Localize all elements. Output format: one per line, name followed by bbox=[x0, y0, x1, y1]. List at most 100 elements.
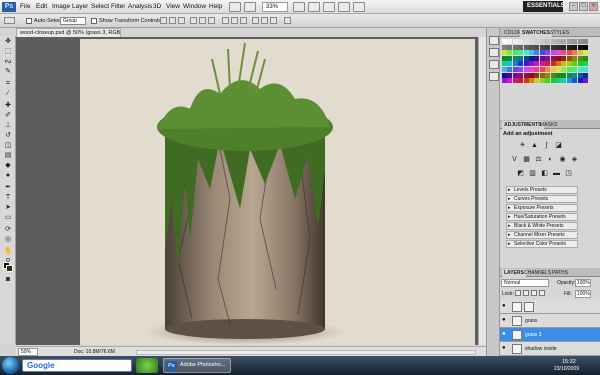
align-top-icon[interactable] bbox=[160, 17, 167, 24]
swatch[interactable] bbox=[534, 39, 540, 44]
eye-icon[interactable]: ● bbox=[502, 331, 508, 337]
lasso-tool-icon[interactable]: ᔓ bbox=[3, 58, 13, 66]
preset-curves[interactable]: Curves Presets bbox=[506, 195, 578, 203]
eye-icon[interactable]: ● bbox=[502, 345, 508, 351]
selective-color-icon[interactable]: ◳ bbox=[564, 170, 573, 178]
swatch[interactable] bbox=[566, 72, 572, 78]
swatch[interactable] bbox=[545, 61, 551, 67]
tab-masks[interactable]: MASKS bbox=[538, 121, 560, 129]
blend-mode-select[interactable]: Normal bbox=[501, 279, 549, 287]
arrange-documents-icon[interactable] bbox=[338, 2, 350, 12]
layer-row-selected[interactable]: ● grass 3 bbox=[500, 328, 600, 342]
swatch[interactable] bbox=[566, 39, 572, 44]
swatch[interactable] bbox=[572, 44, 578, 50]
swatch[interactable] bbox=[539, 44, 545, 50]
swatches-grid[interactable] bbox=[502, 39, 588, 85]
menu-edit[interactable]: Edit bbox=[36, 3, 47, 10]
distribute-vcenter-icon[interactable] bbox=[231, 17, 238, 24]
show-transform-checkbox[interactable] bbox=[91, 18, 97, 24]
screen-mode-icon[interactable] bbox=[353, 2, 365, 12]
swatch[interactable] bbox=[529, 72, 534, 78]
align-left-icon[interactable] bbox=[190, 17, 197, 24]
rotate-view-icon[interactable] bbox=[323, 2, 335, 12]
preset-exposure[interactable]: Exposure Presets bbox=[506, 204, 578, 212]
swatch[interactable] bbox=[512, 39, 518, 44]
layer-row[interactable]: ● grass bbox=[500, 314, 600, 328]
swatch[interactable] bbox=[556, 44, 561, 50]
history-panel-icon[interactable] bbox=[489, 36, 499, 45]
threshold-icon[interactable]: ◧ bbox=[540, 170, 549, 178]
menu-file[interactable]: File bbox=[20, 3, 30, 10]
swatch[interactable] bbox=[534, 61, 540, 67]
lock-transparent-icon[interactable] bbox=[515, 290, 521, 296]
hand-tool-icon[interactable]: ✋ bbox=[3, 248, 13, 256]
swatch[interactable] bbox=[583, 39, 588, 44]
preset-black-white[interactable]: Black & White Presets bbox=[506, 222, 578, 230]
swatch[interactable] bbox=[523, 61, 529, 67]
hue-saturation-icon[interactable]: ▦ bbox=[522, 156, 531, 164]
swatch[interactable] bbox=[518, 39, 524, 44]
quick-mask-icon[interactable]: ◙ bbox=[3, 276, 13, 284]
swatch[interactable] bbox=[572, 50, 578, 56]
workspace-switcher[interactable]: ESSENTIALS ▾ bbox=[523, 1, 565, 20]
swatch[interactable] bbox=[577, 39, 583, 44]
menu-image[interactable]: Image bbox=[52, 3, 70, 10]
tab-styles[interactable]: STYLES bbox=[548, 29, 571, 37]
gradient-tool-icon[interactable]: ▤ bbox=[3, 152, 13, 160]
swatch[interactable] bbox=[561, 39, 567, 44]
distribute-left-icon[interactable] bbox=[252, 17, 259, 24]
swatch[interactable] bbox=[502, 50, 507, 56]
swatch[interactable] bbox=[550, 55, 556, 61]
gradient-map-icon[interactable]: ▬ bbox=[552, 170, 561, 178]
swatch[interactable] bbox=[561, 67, 567, 72]
swatch[interactable] bbox=[545, 44, 551, 50]
swatch[interactable] bbox=[572, 55, 578, 61]
swatch[interactable] bbox=[577, 78, 583, 84]
swatch[interactable] bbox=[539, 72, 545, 78]
swatch[interactable] bbox=[566, 50, 572, 56]
swatch[interactable] bbox=[545, 78, 551, 84]
swatch[interactable] bbox=[539, 78, 545, 84]
distribute-right-icon[interactable] bbox=[270, 17, 277, 24]
auto-align-icon[interactable] bbox=[284, 17, 291, 24]
swatch[interactable] bbox=[507, 61, 513, 67]
swatch[interactable] bbox=[577, 72, 583, 78]
clock-date[interactable]: 23/10/2009 bbox=[554, 366, 579, 372]
swatch[interactable] bbox=[539, 39, 545, 44]
swatch[interactable] bbox=[583, 55, 588, 61]
preset-channel-mixer[interactable]: Channel Mixer Presets bbox=[506, 231, 578, 239]
clock-time[interactable]: 15:32 bbox=[562, 359, 576, 365]
navigator-panel-icon[interactable] bbox=[489, 72, 499, 81]
color-balance-icon[interactable]: ⚖ bbox=[534, 156, 543, 164]
align-bottom-icon[interactable] bbox=[178, 17, 185, 24]
info-panel-icon[interactable] bbox=[489, 60, 499, 69]
curves-icon[interactable]: ∫ bbox=[542, 142, 551, 150]
status-zoom-field[interactable]: 50% bbox=[18, 348, 38, 356]
document-info[interactable]: Doc: 10.8M/76.6M bbox=[74, 349, 115, 355]
swatch[interactable] bbox=[556, 61, 561, 67]
menu-select[interactable]: Select bbox=[91, 3, 109, 10]
swatch[interactable] bbox=[534, 44, 540, 50]
zoom-tool-icon[interactable] bbox=[308, 2, 320, 12]
shape-tool-icon[interactable]: ▭ bbox=[3, 214, 13, 222]
eye-icon[interactable]: ● bbox=[502, 317, 508, 323]
menu-analysis[interactable]: Analysis bbox=[128, 3, 152, 10]
swatch[interactable] bbox=[561, 50, 567, 56]
swatch[interactable] bbox=[583, 61, 588, 67]
swatch[interactable] bbox=[561, 72, 567, 78]
swatch[interactable] bbox=[518, 67, 524, 72]
swatch[interactable] bbox=[550, 61, 556, 67]
history-brush-icon[interactable]: ↺ bbox=[3, 132, 13, 140]
document-tab[interactable]: wood-closeup.psd @ 50% (grass 3, RGB/8) … bbox=[16, 28, 121, 37]
swatch[interactable] bbox=[572, 61, 578, 67]
swatch[interactable] bbox=[507, 44, 513, 50]
exposure-icon[interactable]: ◪ bbox=[554, 142, 563, 150]
swatch[interactable] bbox=[502, 67, 507, 72]
auto-select-dropdown[interactable]: Group bbox=[60, 17, 86, 25]
swatch[interactable] bbox=[556, 39, 561, 44]
swatch[interactable] bbox=[529, 61, 534, 67]
swatch[interactable] bbox=[502, 61, 507, 67]
swatch[interactable] bbox=[577, 50, 583, 56]
background-color-swatch[interactable] bbox=[6, 265, 13, 272]
swatch[interactable] bbox=[577, 44, 583, 50]
